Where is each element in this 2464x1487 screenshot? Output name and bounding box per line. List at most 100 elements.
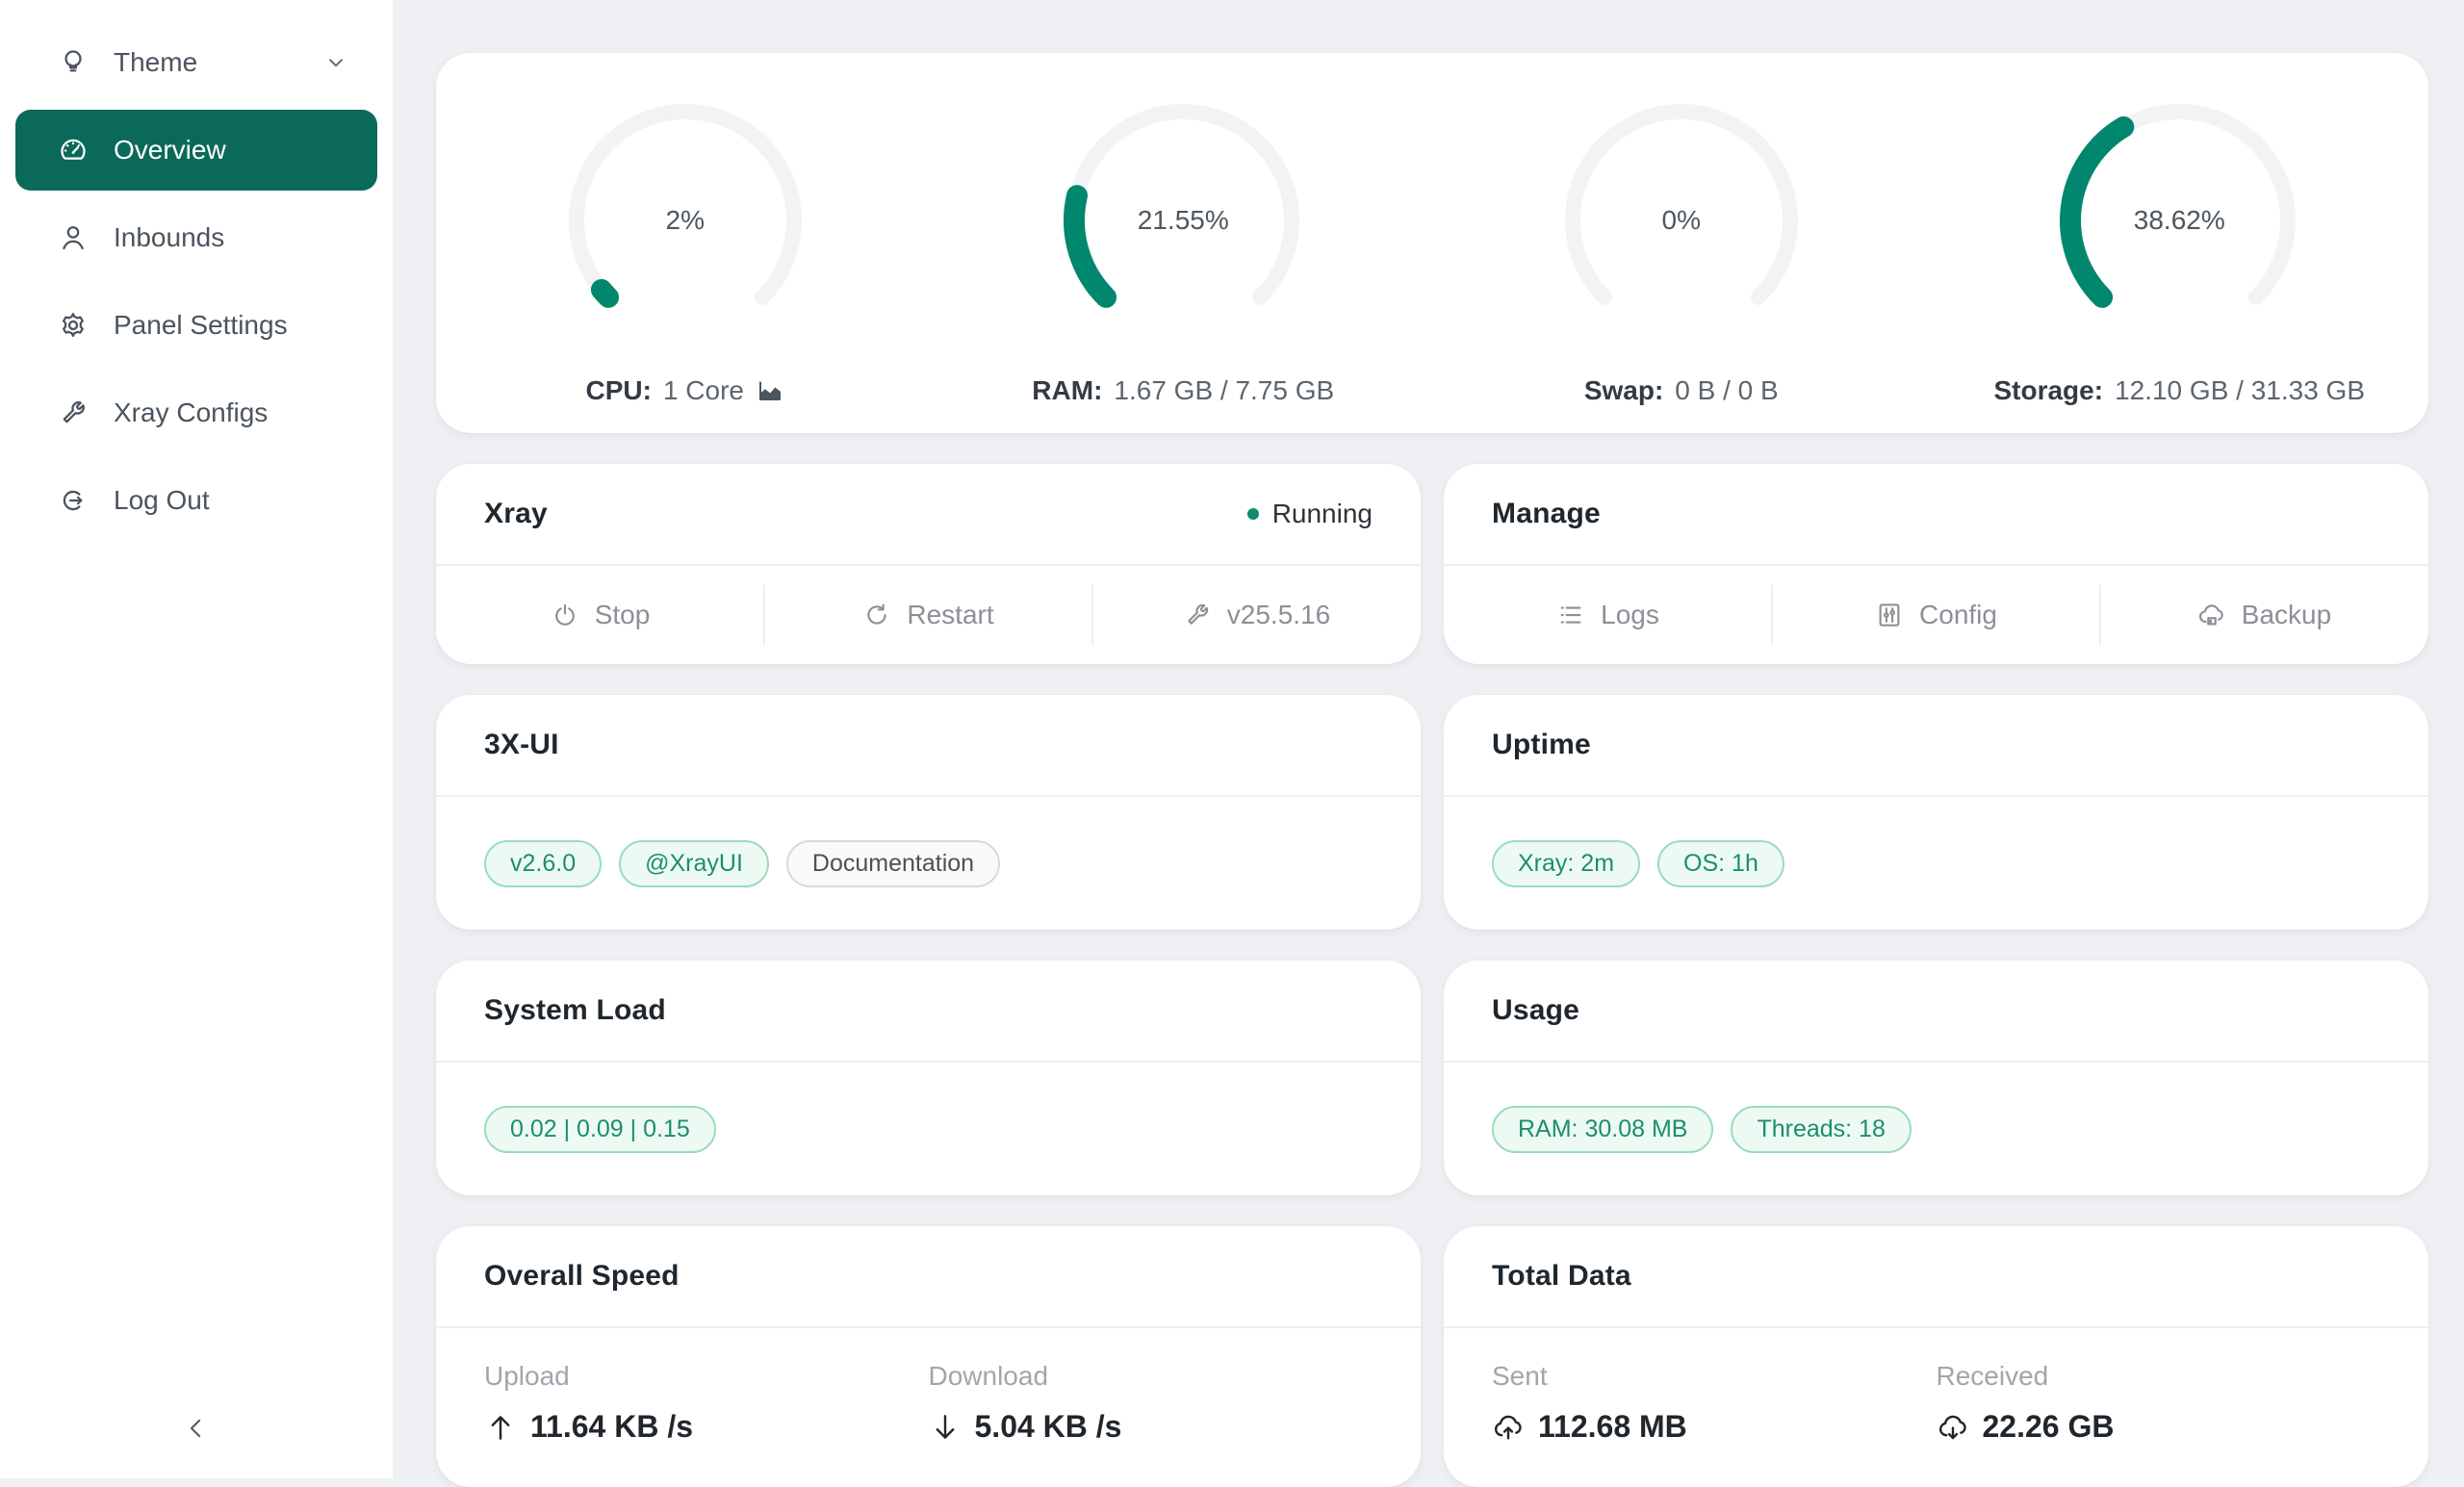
config-button[interactable]: Config: [1772, 566, 2100, 664]
sidebar-collapse-button[interactable]: [0, 1382, 393, 1478]
stat-value-text: 112.68 MB: [1538, 1409, 1687, 1445]
action-label: Restart: [907, 600, 993, 630]
stat-value-text: 22.26 GB: [1983, 1409, 2115, 1445]
gauge-percent: 2%: [546, 81, 825, 360]
sidebar-item-panel-settings[interactable]: Panel Settings: [15, 285, 377, 366]
sidebar: Theme Overview Inbounds Panel Settings Xray …: [0, 0, 393, 1478]
total-data-card: Total Data Sent 112.68 MB Received 22.26 GB: [1444, 1226, 2428, 1487]
sidebar-item-label: Panel Settings: [114, 310, 288, 341]
arrow-up-icon: [484, 1411, 517, 1444]
total-data-stats: Sent 112.68 MB Received 22.26 GB: [1444, 1328, 2428, 1487]
xray-actions: Stop Restart v25.5.16: [436, 566, 1421, 664]
stat-label: Upload: [484, 1361, 929, 1392]
overall-speed-stats: Upload11.64 KB /sDownload 5.04 KB /s: [436, 1328, 1421, 1487]
logout-icon: [58, 485, 89, 516]
sliders-icon: [1875, 601, 1904, 629]
gauge-percent: 38.62%: [2040, 81, 2319, 360]
gauge-storage: 38.62% Storage:12.10 GB / 31.33 GB: [1931, 81, 2429, 406]
user-icon: [58, 222, 89, 253]
stat-upload: Upload11.64 KB /s: [484, 1361, 929, 1445]
gauge-percent: 21.55%: [1043, 81, 1322, 360]
gauge-label-prefix: Storage:: [1993, 375, 2103, 406]
action-label: v25.5.16: [1227, 600, 1330, 630]
tag-os-1h: OS: 1h: [1657, 840, 1784, 887]
sidebar-item-xray-configs[interactable]: Xray Configs: [15, 372, 377, 453]
stat-sent: Sent 112.68 MB: [1492, 1361, 1937, 1445]
tag-v2.6.0[interactable]: v2.6.0: [484, 840, 602, 887]
sidebar-item-label: Theme: [114, 47, 197, 78]
action-label: Stop: [595, 600, 651, 630]
tag-@xrayui[interactable]: @XrayUI: [619, 840, 769, 887]
system-load-card: System Load 0.02 | 0.09 | 0.15: [436, 961, 1421, 1195]
gauge-ram: 21.55% RAM:1.67 GB / 7.75 GB: [935, 81, 1433, 406]
manage-actions: Logs Config Backup: [1444, 566, 2428, 664]
arrow-down-icon: [929, 1411, 962, 1444]
gauge-label-value: 1 Core: [663, 375, 744, 406]
gauge-label-prefix: CPU:: [586, 375, 652, 406]
xray-status: Running: [1247, 499, 1373, 529]
wrench-icon: [1183, 601, 1212, 629]
sidebar-item-theme[interactable]: Theme: [15, 22, 377, 103]
sidebar-item-label: Inbounds: [114, 222, 224, 253]
action-label: Backup: [2242, 600, 2331, 630]
tag-threads-18: Threads: 18: [1731, 1106, 1911, 1153]
sidebar-item-overview[interactable]: Overview: [15, 110, 377, 191]
sidebar-item-label: Xray Configs: [114, 397, 268, 428]
stop-button[interactable]: Stop: [436, 566, 764, 664]
list-icon: [1556, 601, 1585, 629]
manage-card: Manage Logs Config Backup: [1444, 464, 2428, 664]
logs-button[interactable]: Logs: [1444, 566, 1772, 664]
chevron-left-icon: [182, 1414, 211, 1448]
gauge-label: Swap: 0 B / 0 B: [1584, 375, 1779, 406]
area-chart-icon: [756, 376, 784, 405]
xui-tags: v2.6.0 @XrayUI Documentation: [436, 797, 1421, 930]
tag-xray-2m: Xray: 2m: [1492, 840, 1640, 887]
tag-ram-30.08-mb: RAM: 30.08 MB: [1492, 1106, 1713, 1153]
stat-label: Received: [1937, 1361, 2381, 1392]
backup-button[interactable]: Backup: [2100, 566, 2428, 664]
xray-card-title: Xray: [484, 498, 548, 530]
sidebar-item-label: Log Out: [114, 485, 210, 516]
tag-0.02-0.09-0.15: 0.02 | 0.09 | 0.15: [484, 1106, 716, 1153]
total-data-card-title: Total Data: [1492, 1260, 1631, 1293]
power-icon: [551, 601, 579, 629]
stat-value: 5.04 KB /s: [929, 1409, 1373, 1445]
gauge-ring: 21.55%: [1043, 81, 1322, 360]
action-label: Config: [1919, 600, 1997, 630]
main-content: 2% CPU: 1 Core 21.55% RAM:1.67 GB / 7.75 GB 0…: [393, 0, 2464, 1478]
sidebar-nav: Theme Overview Inbounds Panel Settings Xray …: [0, 22, 393, 541]
gauge-ring: 0%: [1542, 81, 1821, 360]
stat-value-text: 5.04 KB /s: [975, 1409, 1122, 1445]
cloud-server-icon: [2197, 601, 2226, 629]
stat-download: Download 5.04 KB /s: [929, 1361, 1373, 1445]
sidebar-item-inbounds[interactable]: Inbounds: [15, 197, 377, 278]
stat-value: 112.68 MB: [1492, 1409, 1937, 1445]
chevron-down-icon: [323, 50, 348, 75]
xui-card: 3X-UI v2.6.0 @XrayUI Documentation: [436, 695, 1421, 930]
sidebar-item-label: Overview: [114, 135, 226, 166]
usage-tags: RAM: 30.08 MB Threads: 18: [1444, 1063, 2428, 1195]
usage-card-title: Usage: [1492, 994, 1579, 1027]
stat-label: Download: [929, 1361, 1373, 1392]
gauge-cpu: 2% CPU: 1 Core: [436, 81, 935, 406]
restart-button[interactable]: Restart: [764, 566, 1092, 664]
sidebar-item-log-out[interactable]: Log Out: [15, 460, 377, 541]
gauge-label: RAM:1.67 GB / 7.75 GB: [1032, 375, 1334, 406]
refresh-icon: [862, 601, 891, 629]
stat-label: Sent: [1492, 1361, 1937, 1392]
gauge-label-prefix: RAM:: [1032, 375, 1102, 406]
stat-received: Received 22.26 GB: [1937, 1361, 2381, 1445]
gauge-label-prefix: Swap:: [1584, 375, 1663, 406]
uptime-tags: Xray: 2m OS: 1h: [1444, 797, 2428, 930]
gauge-ring: 38.62%: [2040, 81, 2319, 360]
wrench-icon: [58, 397, 89, 428]
gauge-label: Storage:12.10 GB / 31.33 GB: [1993, 375, 2365, 406]
gauge-percent: 0%: [1542, 81, 1821, 360]
gauge-ring: 2%: [546, 81, 825, 360]
xui-card-title: 3X-UI: [484, 729, 559, 761]
tag-documentation[interactable]: Documentation: [786, 840, 1000, 887]
gauge-label-value: 0 B / 0 B: [1675, 375, 1778, 406]
v25-5-16-button[interactable]: v25.5.16: [1092, 566, 1421, 664]
lightbulb-icon: [58, 47, 89, 78]
manage-card-title: Manage: [1492, 498, 1601, 530]
